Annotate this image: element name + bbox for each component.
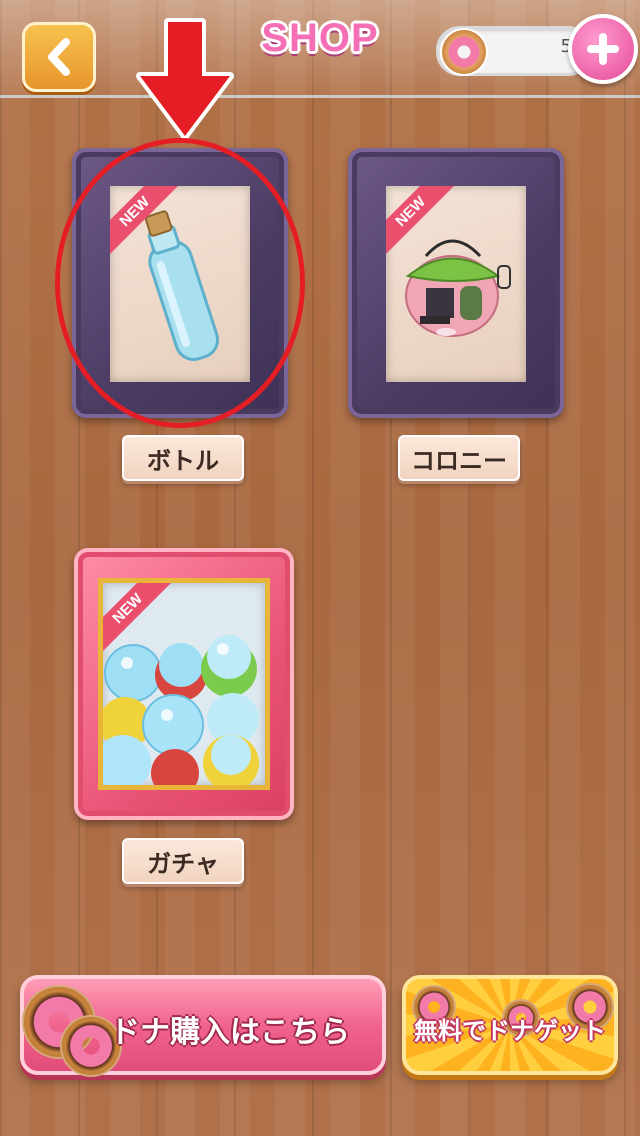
buy-donuts-label: ドナ購入はこちら bbox=[110, 1015, 350, 1050]
shop-item-gacha[interactable]: NEW bbox=[74, 548, 294, 820]
buy-donuts-button[interactable]: ドナ購入はこちら bbox=[20, 975, 386, 1077]
gacha-image: NEW bbox=[98, 578, 270, 790]
down-arrow-icon bbox=[136, 18, 234, 140]
free-donuts-label: 無料でドナゲット bbox=[414, 1017, 606, 1045]
free-donuts-button[interactable]: 無料でドナゲット bbox=[402, 975, 618, 1075]
item-label-gacha: ガチャ bbox=[122, 838, 244, 884]
add-currency-button[interactable] bbox=[568, 14, 638, 84]
colony-image: NEW bbox=[386, 186, 526, 382]
plus-icon bbox=[587, 33, 619, 65]
item-label-bottle: ボトル bbox=[122, 435, 244, 481]
shop-item-colony[interactable]: NEW bbox=[348, 148, 564, 418]
item-label-colony: コロニー bbox=[398, 435, 520, 481]
currency-value: 5 bbox=[560, 36, 572, 57]
donut-icon bbox=[440, 28, 488, 76]
highlight-circle bbox=[55, 138, 305, 428]
